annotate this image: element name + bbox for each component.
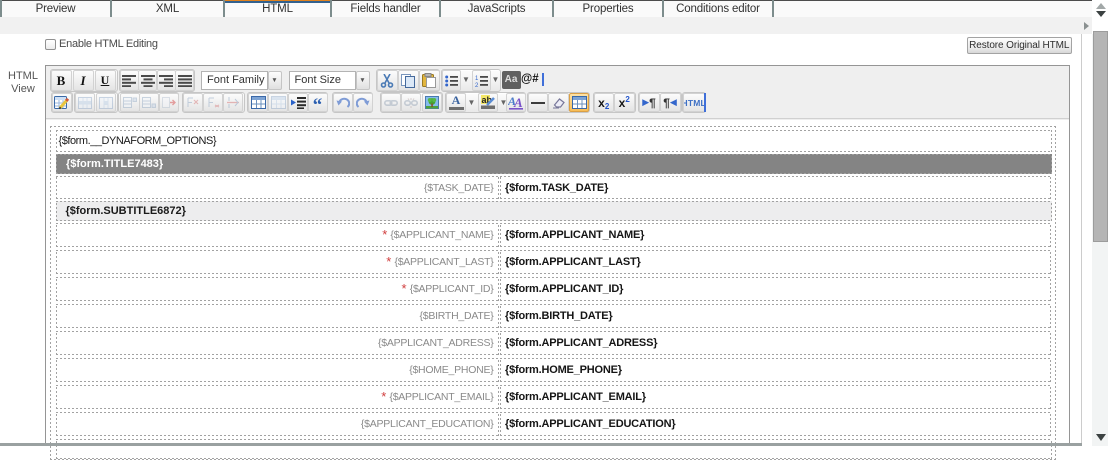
svg-text:A: A bbox=[513, 95, 523, 110]
svg-text:2: 2 bbox=[475, 83, 479, 87]
svg-text:1: 1 bbox=[475, 76, 479, 82]
